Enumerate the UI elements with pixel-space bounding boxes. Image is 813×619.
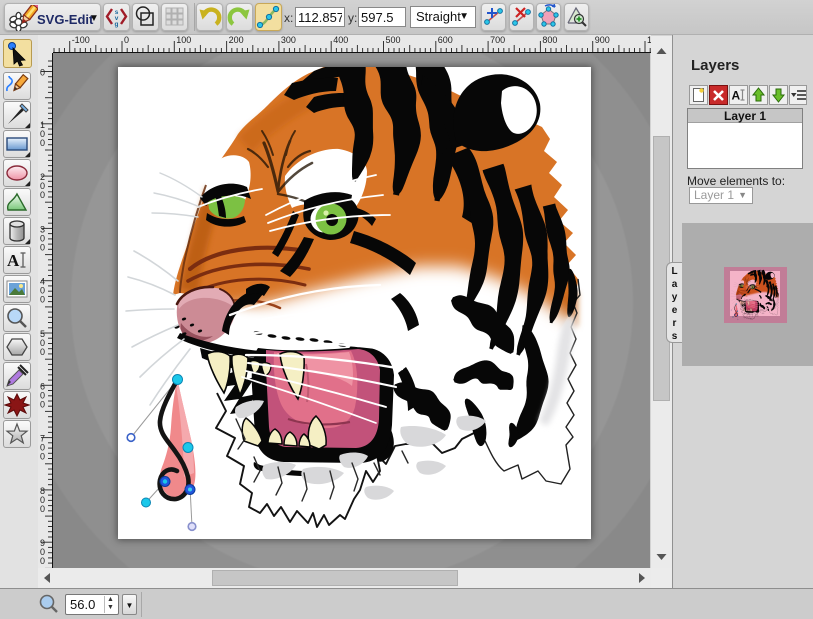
- svg-text:300: 300: [281, 35, 296, 45]
- svg-text:400: 400: [333, 35, 348, 45]
- svg-text:700: 700: [490, 35, 505, 45]
- svg-text:100: 100: [176, 35, 191, 45]
- svg-text:-100: -100: [72, 35, 90, 45]
- svg-text:0: 0: [40, 138, 45, 148]
- svg-text:0: 0: [40, 295, 45, 305]
- svg-text:800: 800: [542, 35, 557, 45]
- svg-text:500: 500: [386, 35, 401, 45]
- svg-text:g: g: [115, 21, 119, 28]
- svg-text:0: 0: [40, 556, 45, 566]
- svg-text:A: A: [7, 251, 20, 270]
- svg-text:200: 200: [229, 35, 244, 45]
- svg-text:0: 0: [40, 242, 45, 252]
- svg-text:0: 0: [40, 190, 45, 200]
- svg-text:0: 0: [124, 35, 129, 45]
- svg-text:A: A: [732, 89, 741, 103]
- svg-text:0: 0: [40, 504, 45, 514]
- svg-text:900: 900: [595, 35, 610, 45]
- svg-text:0: 0: [40, 347, 45, 357]
- svg-text:0: 0: [40, 399, 45, 409]
- svg-text:0: 0: [40, 452, 45, 462]
- svg-text:600: 600: [438, 35, 453, 45]
- svg-text:0: 0: [40, 68, 45, 78]
